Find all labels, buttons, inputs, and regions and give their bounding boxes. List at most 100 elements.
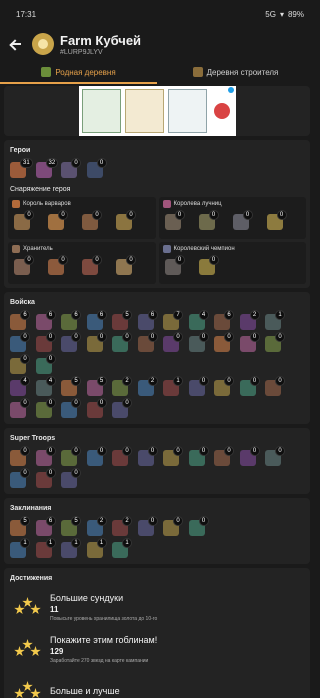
troop-item[interactable]: 4 — [187, 310, 213, 332]
super-troop-item[interactable]: 0 — [187, 446, 213, 468]
super-troop-item[interactable]: 0 — [59, 446, 85, 468]
troop-item[interactable]: 6 — [34, 310, 60, 332]
troop-item[interactable]: 0 — [59, 398, 85, 420]
hero-barbarian-king[interactable]: 31 — [8, 158, 34, 180]
player-tag[interactable]: #LURP9JLYV — [60, 49, 141, 56]
super-troop-item[interactable]: 0 — [110, 446, 136, 468]
troop-item[interactable]: 0 — [212, 332, 238, 354]
troop-item[interactable]: 6 — [212, 310, 238, 332]
achievement-item[interactable]: Покажите этим гоблинам! 129 Заработайте … — [8, 628, 306, 670]
spell-level: 0 — [173, 516, 183, 526]
troop-item[interactable]: 5 — [85, 376, 111, 398]
gear-item[interactable]: 0 — [12, 255, 46, 277]
spell-item[interactable]: 0 — [136, 516, 162, 538]
gear-item[interactable]: 0 — [80, 255, 114, 277]
troop-item[interactable]: 2 — [136, 376, 162, 398]
troop-item[interactable]: 5 — [110, 310, 136, 332]
super-troop-item[interactable]: 0 — [161, 446, 187, 468]
gear-item[interactable]: 0 — [197, 255, 231, 277]
ad-banner[interactable] — [4, 86, 310, 136]
troop-item[interactable]: 0 — [136, 332, 162, 354]
troop-item[interactable]: 4 — [34, 376, 60, 398]
troop-item[interactable]: 6 — [59, 310, 85, 332]
spell-item[interactable]: 2 — [85, 516, 111, 538]
troop-item[interactable]: 0 — [34, 354, 60, 376]
spell-item[interactable]: 1 — [34, 538, 60, 560]
super-troop-item[interactable]: 0 — [136, 446, 162, 468]
ad-info-icon[interactable] — [227, 87, 234, 93]
super-troop-item[interactable]: 0 — [59, 468, 85, 490]
gear-item[interactable]: 0 — [163, 255, 197, 277]
gear-item[interactable]: 0 — [46, 210, 80, 232]
super-troop-item[interactable]: 0 — [212, 446, 238, 468]
gear-set-name: Король варваров — [12, 200, 152, 208]
back-arrow-icon[interactable] — [8, 37, 22, 51]
tab-builder-base[interactable]: Деревня строителя — [157, 60, 314, 84]
gear-item[interactable]: 0 — [12, 210, 46, 232]
hero-archer-queen[interactable]: 32 — [34, 158, 60, 180]
gear-item[interactable]: 0 — [114, 255, 148, 277]
spell-item[interactable]: 0 — [161, 516, 187, 538]
super-troop-item[interactable]: 0 — [34, 446, 60, 468]
troop-item[interactable]: 1 — [161, 376, 187, 398]
troop-item[interactable]: 2 — [238, 310, 264, 332]
troop-item[interactable]: 0 — [34, 398, 60, 420]
troop-item[interactable]: 0 — [161, 332, 187, 354]
troop-level: 0 — [224, 376, 234, 386]
spell-item[interactable]: 1 — [110, 538, 136, 560]
gear-item[interactable]: 0 — [46, 255, 80, 277]
troop-item[interactable]: 0 — [110, 398, 136, 420]
super-troop-item[interactable]: 0 — [85, 446, 111, 468]
achievement-item[interactable]: Больше и лучше — [8, 670, 306, 698]
troop-item[interactable]: 7 — [161, 310, 187, 332]
troop-item[interactable]: 0 — [8, 332, 34, 354]
hero-grand-warden[interactable]: 0 — [59, 158, 85, 180]
gear-item[interactable]: 0 — [80, 210, 114, 232]
super-troop-item[interactable]: 0 — [263, 446, 289, 468]
super-troop-level: 0 — [96, 446, 107, 456]
troop-item[interactable]: 5 — [59, 376, 85, 398]
troop-item[interactable]: 1 — [263, 310, 289, 332]
super-troop-item[interactable]: 0 — [238, 446, 264, 468]
troop-item[interactable]: 6 — [136, 310, 162, 332]
gear-item[interactable]: 0 — [163, 210, 197, 232]
spell-item[interactable]: 1 — [59, 538, 85, 560]
gear-item[interactable]: 0 — [231, 210, 265, 232]
spell-item[interactable]: 5 — [59, 516, 85, 538]
ad-image[interactable] — [78, 86, 236, 136]
spell-item[interactable]: 0 — [187, 516, 213, 538]
spell-item[interactable]: 2 — [110, 516, 136, 538]
spell-item[interactable]: 5 — [8, 516, 34, 538]
troop-item[interactable]: 0 — [263, 332, 289, 354]
gear-item[interactable]: 0 — [197, 210, 231, 232]
spell-item[interactable]: 1 — [85, 538, 111, 560]
super-troop-item[interactable]: 0 — [8, 446, 34, 468]
gear-item[interactable]: 0 — [265, 210, 299, 232]
troop-item[interactable]: 0 — [212, 376, 238, 398]
achievement-item[interactable]: Большие сундуки 11 Повысьте уровень хран… — [8, 586, 306, 628]
troop-item[interactable]: 0 — [59, 332, 85, 354]
troop-item[interactable]: 0 — [85, 332, 111, 354]
troop-item[interactable]: 2 — [110, 376, 136, 398]
super-troop-item[interactable]: 0 — [34, 468, 60, 490]
troop-item[interactable]: 0 — [263, 376, 289, 398]
troop-item[interactable]: 0 — [85, 398, 111, 420]
tab-home-village[interactable]: Родная деревня — [0, 60, 157, 84]
hero-royal-champion[interactable]: 0 — [85, 158, 111, 180]
troop-item[interactable]: 4 — [8, 376, 34, 398]
troop-item[interactable]: 0 — [34, 332, 60, 354]
spell-item[interactable]: 6 — [34, 516, 60, 538]
troop-item[interactable]: 0 — [110, 332, 136, 354]
troop-item[interactable]: 0 — [187, 332, 213, 354]
super-troop-item[interactable]: 0 — [8, 468, 34, 490]
gear-item[interactable]: 0 — [114, 210, 148, 232]
troop-item[interactable]: 6 — [8, 310, 34, 332]
troop-item[interactable]: 0 — [238, 376, 264, 398]
troop-item[interactable]: 6 — [85, 310, 111, 332]
troop-item[interactable]: 0 — [8, 354, 34, 376]
troop-item[interactable]: 0 — [8, 398, 34, 420]
spell-item[interactable]: 1 — [8, 538, 34, 560]
troops-grid: 6666567462100000000000004455221000000000 — [8, 310, 306, 420]
troop-item[interactable]: 0 — [187, 376, 213, 398]
troop-item[interactable]: 0 — [238, 332, 264, 354]
